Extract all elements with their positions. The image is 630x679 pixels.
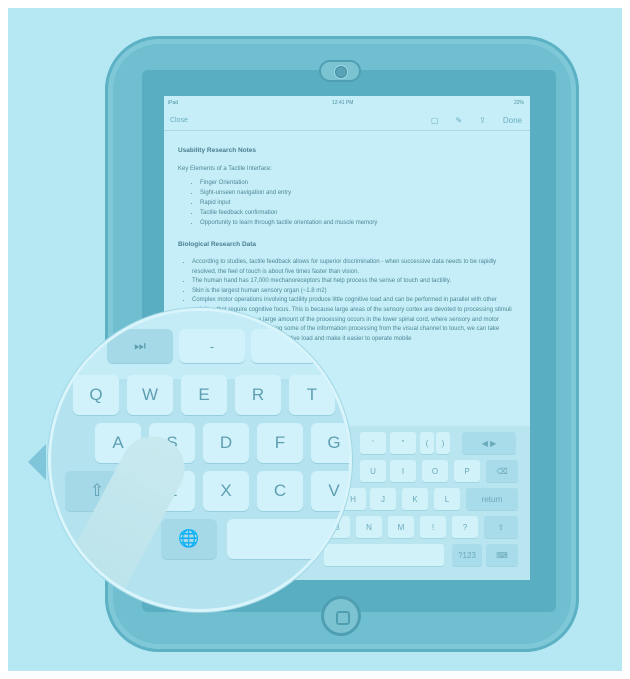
key-f[interactable]: F — [257, 423, 303, 463]
key-open-paren[interactable]: ( — [420, 432, 434, 454]
key-x[interactable]: X — [203, 471, 249, 511]
document-icon[interactable]: ▢ — [431, 116, 439, 125]
status-bar: iPad 12:41 PM 22% — [164, 100, 530, 108]
key-question[interactable]: ? — [452, 516, 478, 538]
key-close-paren[interactable]: ) — [436, 432, 450, 454]
battery-label: 22% — [513, 100, 524, 106]
key-d[interactable]: D — [203, 423, 249, 463]
key-o[interactable]: O — [422, 460, 448, 482]
key-m[interactable]: M — [388, 516, 414, 538]
return-key[interactable]: return — [466, 488, 518, 510]
key-quote[interactable]: " — [390, 432, 416, 454]
magnifier-circle: ⏭ - Q W E R T A S D F G ⇧ Z X C V 🌐 — [48, 308, 352, 612]
heading-biological: Biological Research Data — [178, 241, 257, 248]
key-v[interactable]: V — [311, 471, 349, 511]
backspace-icon[interactable]: ⌫ — [486, 460, 518, 482]
share-icon[interactable]: ⇪ — [479, 116, 486, 125]
tactile-elements-list: Finger Orientation Sight-unseen navigati… — [178, 178, 518, 228]
key-p[interactable]: P — [454, 460, 480, 482]
key-t[interactable]: T — [289, 375, 335, 415]
key-u[interactable]: U — [360, 460, 386, 482]
editor-toolbar: Close ▢ ✎ ⇪ Done — [164, 112, 530, 131]
numbers-key[interactable]: ?123 — [452, 544, 482, 566]
pencil-icon[interactable]: ✎ — [455, 116, 462, 125]
shift-icon[interactable]: ⇧ — [484, 516, 518, 538]
key-q[interactable]: Q — [73, 375, 119, 415]
key-c[interactable]: C — [257, 471, 303, 511]
key-i[interactable]: I — [390, 460, 416, 482]
key-apostrophe[interactable]: ' — [360, 432, 386, 454]
list-item: According to studies, tactile feedback a… — [192, 258, 518, 277]
list-item: The human hand has 17,000 mechanorecepto… — [192, 277, 518, 287]
key-k[interactable]: K — [402, 488, 428, 510]
key-n[interactable]: N — [356, 516, 382, 538]
list-item: Skin is the largest human sensory organ … — [192, 287, 518, 297]
next-track-icon[interactable]: ⏭ — [107, 329, 173, 363]
subtitle: Key Elements of a Tactile Interface: — [178, 166, 272, 172]
key-w[interactable]: W — [127, 375, 173, 415]
list-item: Opportunity to learn through tactile ori… — [200, 218, 518, 228]
key-e[interactable]: E — [181, 375, 227, 415]
list-item: Rapid input — [200, 198, 518, 208]
list-item: Finger Orientation — [200, 178, 518, 188]
list-item: Sight-unseen navigation and entry — [200, 188, 518, 198]
globe-icon[interactable]: 🌐 — [161, 519, 217, 559]
done-button[interactable]: Done — [503, 116, 522, 125]
space-bar-magnified[interactable] — [227, 519, 347, 559]
key-exclamation[interactable]: ! — [420, 516, 446, 538]
list-item: Tactile feedback confirmation — [200, 208, 518, 218]
carrier-label: iPad — [168, 100, 179, 106]
key-r[interactable]: R — [235, 375, 281, 415]
heading-usability: Usability Research Notes — [178, 147, 257, 154]
callout-pointer — [28, 444, 46, 480]
key-l[interactable]: L — [434, 488, 460, 510]
key-dash[interactable]: - — [179, 329, 245, 363]
hide-keyboard-icon[interactable]: ⌨ — [486, 544, 518, 566]
camera-icon — [319, 60, 361, 82]
status-time: 12:41 PM — [332, 100, 354, 106]
close-button[interactable]: Close — [170, 117, 188, 124]
key-g[interactable]: G — [311, 423, 349, 463]
magnified-key[interactable] — [251, 329, 317, 363]
key-j[interactable]: J — [370, 488, 396, 510]
arrow-keys[interactable]: ◀ ▶ — [462, 432, 516, 454]
